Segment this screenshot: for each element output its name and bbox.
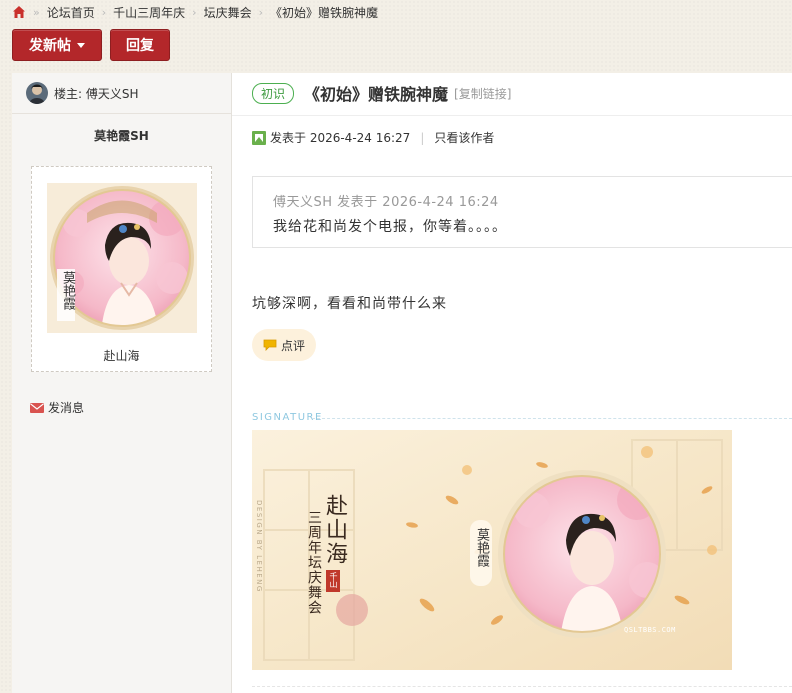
post-body: 坑够深啊，看看和尚带什么来 <box>252 296 447 312</box>
quote-header: 傅天义SH 发表于 2026-4-24 16:24 <box>273 195 499 210</box>
breadcrumb-item-ball[interactable]: 坛庆舞会 <box>204 4 252 21</box>
reply-button[interactable]: 回复 <box>110 29 170 61</box>
banner-name: 莫艳霞 <box>474 528 489 567</box>
speech-bubble-icon <box>263 339 277 351</box>
thread-actionbar: 发新帖 回复 <box>12 29 170 61</box>
avatar-overlay-text: 莫艳霞 <box>60 271 75 310</box>
thread-tag[interactable]: 初识 <box>252 82 295 104</box>
breadcrumb-item-thread[interactable]: 《初始》赠铁腕神魔 <box>270 4 378 21</box>
banner-credit: DESIGN BY LEHENG <box>255 500 263 593</box>
home-icon[interactable] <box>12 5 26 19</box>
send-message-label: 发消息 <box>48 401 85 415</box>
calendar-icon <box>252 130 266 145</box>
thread-title: 《初始》赠铁腕神魔 <box>304 85 449 104</box>
thread-title-row: 初识 《初始》赠铁腕神魔 [复制链接] <box>252 81 511 105</box>
banner-subtitle: 三周年坛庆舞会 <box>306 510 322 615</box>
quote-block: 傅天义SH 发表于 2026-4-24 16:24 我给花和尚发个电报，你等着。… <box>252 176 792 248</box>
quote-text: 我给花和尚发个电报，你等着。。。。 <box>273 219 507 235</box>
breadcrumb-item-forum-home[interactable]: 论坛首页 <box>47 4 95 21</box>
floor-author-label[interactable]: 楼主: 傅天义SH <box>54 85 139 102</box>
only-author-link[interactable]: 只看该作者 <box>434 129 494 146</box>
op-avatar[interactable] <box>26 82 48 104</box>
floor-header: 楼主: 傅天义SH <box>12 73 231 114</box>
send-message-link[interactable]: 发消息 <box>30 399 84 416</box>
author-username[interactable]: 莫艳霞SH <box>12 114 231 156</box>
new-post-label: 发新帖 <box>29 38 71 54</box>
breadcrumb-separator: › <box>258 5 263 19</box>
comment-label: 点评 <box>280 338 305 353</box>
author-sidebar: 楼主: 傅天义SH 莫艳霞SH 莫艳霞 赴山海 发消息 <box>12 73 232 693</box>
breadcrumb-separator: › <box>101 5 107 19</box>
author-avatar[interactable]: 莫艳霞 <box>47 183 197 333</box>
caret-down-icon <box>77 42 85 48</box>
new-post-button[interactable]: 发新帖 <box>12 29 102 61</box>
meta-separator: | <box>420 130 425 145</box>
avatar-card: 莫艳霞 赴山海 <box>31 166 212 372</box>
breadcrumb-item-anniversary[interactable]: 千山三周年庆 <box>113 4 185 21</box>
reply-label: 回复 <box>126 38 154 54</box>
post-footer-divider <box>252 686 792 687</box>
post-main: 初识 《初始》赠铁腕神魔 [复制链接] 发表于 2026-4-24 16:27 … <box>232 73 792 693</box>
banner-site: QSLTBBS.COM <box>624 626 676 634</box>
breadcrumb-separator: » <box>33 5 40 19</box>
posted-at: 发表于 2026-4-24 16:27 <box>270 131 411 145</box>
breadcrumb-separator: › <box>192 5 197 19</box>
comment-button[interactable]: 点评 <box>252 329 316 361</box>
title-divider <box>232 115 792 116</box>
copy-link-button[interactable]: [复制链接] <box>454 85 511 102</box>
mail-icon <box>30 402 44 413</box>
breadcrumb: » 论坛首页 › 千山三周年庆 › 坛庆舞会 › 《初始》赠铁腕神魔 <box>12 3 378 21</box>
banner-stamp: 千山 <box>329 572 338 588</box>
signature-banner: 赴山海 三周年坛庆舞会 千山 DESIGN BY LEHENG 莫艳霞 QSLT… <box>252 430 732 670</box>
post-meta: 发表于 2026-4-24 16:27 | 只看该作者 <box>252 129 494 146</box>
signature-divider <box>312 418 792 419</box>
avatar-caption: 赴山海 <box>103 349 140 363</box>
